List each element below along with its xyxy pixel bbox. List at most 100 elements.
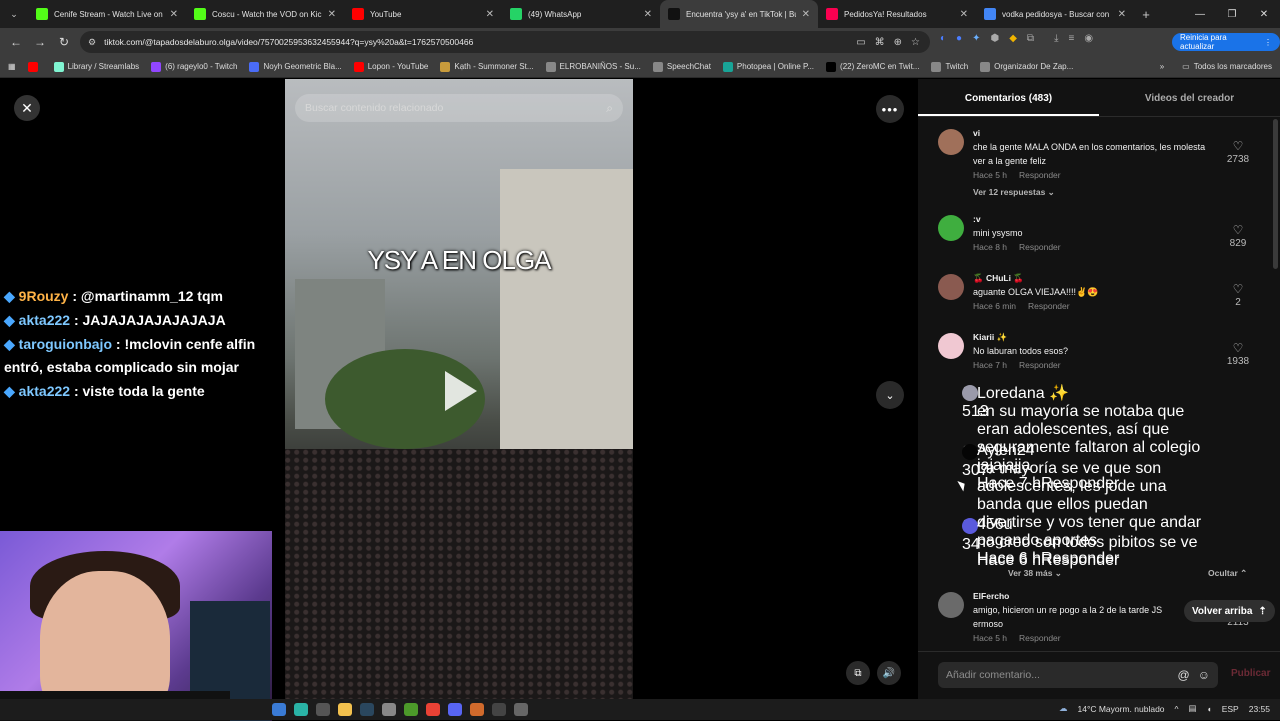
bookmark-item[interactable]: Lopon - YouTube [348,61,435,72]
close-tab-icon[interactable]: ✕ [486,9,494,20]
url-text[interactable]: tiktok.com/@tapadosdelaburo.olga/video/7… [104,37,848,47]
more-options-icon[interactable]: ••• [876,95,904,123]
steam-icon[interactable] [360,703,374,716]
close-tab-icon[interactable]: ✕ [170,9,178,20]
close-tab-icon[interactable]: ✕ [960,9,968,20]
extension-icon[interactable]: ◐ [940,33,946,44]
extension-icon[interactable]: ◆ [1009,33,1017,44]
bookmark-item[interactable]: ELROBANIÑOS - Su... [540,61,647,72]
heart-icon[interactable]: ♡ [1218,341,1258,355]
comment-author[interactable]: vi [973,127,1213,140]
comment-author[interactable]: ElFercho [973,590,1213,603]
reply-button[interactable]: Responder [1041,552,1119,569]
reply-button[interactable]: Responder [1019,633,1061,643]
like-button[interactable]: ♡ 2 [1218,282,1258,310]
bookmark-item[interactable]: Twitch [925,61,974,72]
browser-tab[interactable]: (49) WhatsApp ✕ [502,0,660,28]
chat-username[interactable]: akta222 [19,383,70,399]
avatar[interactable] [938,333,964,359]
obs-icon[interactable] [492,703,506,716]
new-tab-button[interactable]: + [1134,7,1158,22]
translate-icon[interactable]: ⌘ [875,37,885,48]
like-button[interactable]: ♡ 829 [1218,223,1258,251]
network-icon[interactable]: ▤ [1189,703,1197,714]
bookmark-item[interactable]: Organizador De Zap... [974,61,1079,72]
comment-author[interactable]: :v [973,213,1213,226]
restore-icon[interactable]: ❐ [1216,0,1248,28]
avatar[interactable] [962,518,978,534]
heart-icon[interactable]: ♡ [1218,139,1258,153]
update-button[interactable]: Reinicia para actualizar ⋮ [1172,33,1280,51]
bookmark-item[interactable]: (22) ZeroMC en Twit... [820,61,925,72]
minimize-icon[interactable]: — [1184,0,1216,28]
tab-comments[interactable]: Comentarios (483) [918,79,1099,116]
reply-button[interactable]: Responder [1019,360,1061,370]
tab-creator-videos[interactable]: Videos del creador [1099,79,1280,116]
language-indicator[interactable]: ESP [1222,704,1239,714]
avatar[interactable] [962,385,978,401]
heart-icon[interactable]: ♡ [1218,223,1258,237]
explorer-icon[interactable] [338,703,352,716]
mention-icon[interactable]: @ [1178,668,1190,682]
avatar[interactable] [962,444,978,460]
reply-button[interactable]: Responder [1028,301,1070,311]
profile-avatar-icon[interactable]: ◉ [1084,33,1093,44]
close-window-icon[interactable]: ✕ [1248,0,1280,28]
site-info-icon[interactable]: ⚙ [88,37,96,48]
related-search-input[interactable]: Buscar contenido relacionado ⌕ [295,94,623,122]
picture-in-picture-icon[interactable]: ⧉ [846,661,870,685]
extensions-puzzle-icon[interactable]: ⧉ [1027,33,1034,44]
comment-author[interactable]: 🍒 CHuLi 🍒 [973,272,1213,285]
comment-input[interactable]: Añadir comentario... @ ☺ [938,662,1218,688]
search-icon[interactable]: ⌕ [606,101,613,116]
browser-tab[interactable]: Coscu - Watch the VOD on Kick ✕ [186,0,344,28]
close-video-button[interactable]: ✕ [14,95,40,121]
browser-tab[interactable]: YouTube ✕ [344,0,502,28]
bookmark-item[interactable]: Library / Streamlabs [48,61,146,72]
tab-groups-icon[interactable]: ≡ [1068,33,1074,44]
view-replies-button[interactable]: Ver 12 respuestas ⌄ [973,185,1213,199]
browser-tab[interactable]: Cenife Stream - Watch Live on ✕ [28,0,186,28]
avatar[interactable] [938,592,964,618]
like-button[interactable]: ♡ 2738 [1218,139,1258,167]
like-button[interactable]: ♡ 1938 [1218,341,1258,369]
app-icon[interactable] [514,703,528,716]
tray-chevron-up-icon[interactable]: ^ [1175,704,1179,714]
taskview-icon[interactable] [316,703,330,716]
download-icon[interactable]: ⤓ [1054,33,1058,44]
view-more-replies-button[interactable]: Ver 38 más ⌄ [1008,568,1062,579]
reply-author[interactable]: Aylen24 [977,442,1207,460]
back-to-top-button[interactable]: Volver arriba ⇡ [1184,600,1275,622]
close-tab-icon[interactable]: ✕ [802,9,810,20]
scrollbar[interactable] [1273,119,1278,269]
volume-tray-icon[interactable]: ◖ [1207,704,1212,714]
heart-icon[interactable]: ♡ [1218,282,1258,296]
chrome-icon[interactable] [426,703,440,716]
all-bookmarks-button[interactable]: » ▭ Todos los marcadores [1160,62,1272,71]
apps-grid-icon[interactable]: ▦ [0,62,22,71]
chat-username[interactable]: taroguionbajo [19,336,112,352]
start-icon[interactable] [272,703,286,716]
browser-tab[interactable]: Encuentra 'ysy a' en TikTok | Bu ✕ [660,0,818,28]
weather-text[interactable]: 14°C Mayorm. nublado [1078,704,1165,714]
bookmark-item[interactable]: Kạth - Summoner St... [434,61,539,72]
hide-replies-button[interactable]: Ocultar ⌃ [1208,568,1247,579]
extension-icon[interactable]: ✦ [972,33,980,44]
chat-username[interactable]: 9Rouzy [19,288,69,304]
chat-username[interactable]: akta222 [19,312,70,328]
bookmark-item[interactable] [22,61,48,72]
zoom-icon[interactable]: ⊕ [894,37,902,48]
avatar[interactable] [938,274,964,300]
emoji-icon[interactable]: ☺ [1198,668,1210,682]
reply-author[interactable]: Loredana ✨ [977,383,1207,403]
close-tab-icon[interactable]: ✕ [644,9,652,20]
avatar[interactable] [938,129,964,155]
app-icon[interactable] [382,703,396,716]
close-tab-icon[interactable]: ✕ [328,9,336,20]
reply-button[interactable]: Responder [1019,170,1061,180]
extension-icon[interactable]: ⬢ [990,33,999,44]
next-video-chevron-down-icon[interactable]: ⌄ [876,381,904,409]
browser-tab[interactable]: vodka pedidosya - Buscar con ✕ [976,0,1134,28]
address-bar[interactable]: ⚙ tiktok.com/@tapadosdelaburo.olga/video… [80,31,930,53]
tab-search-icon[interactable]: ⌄ [0,0,28,28]
